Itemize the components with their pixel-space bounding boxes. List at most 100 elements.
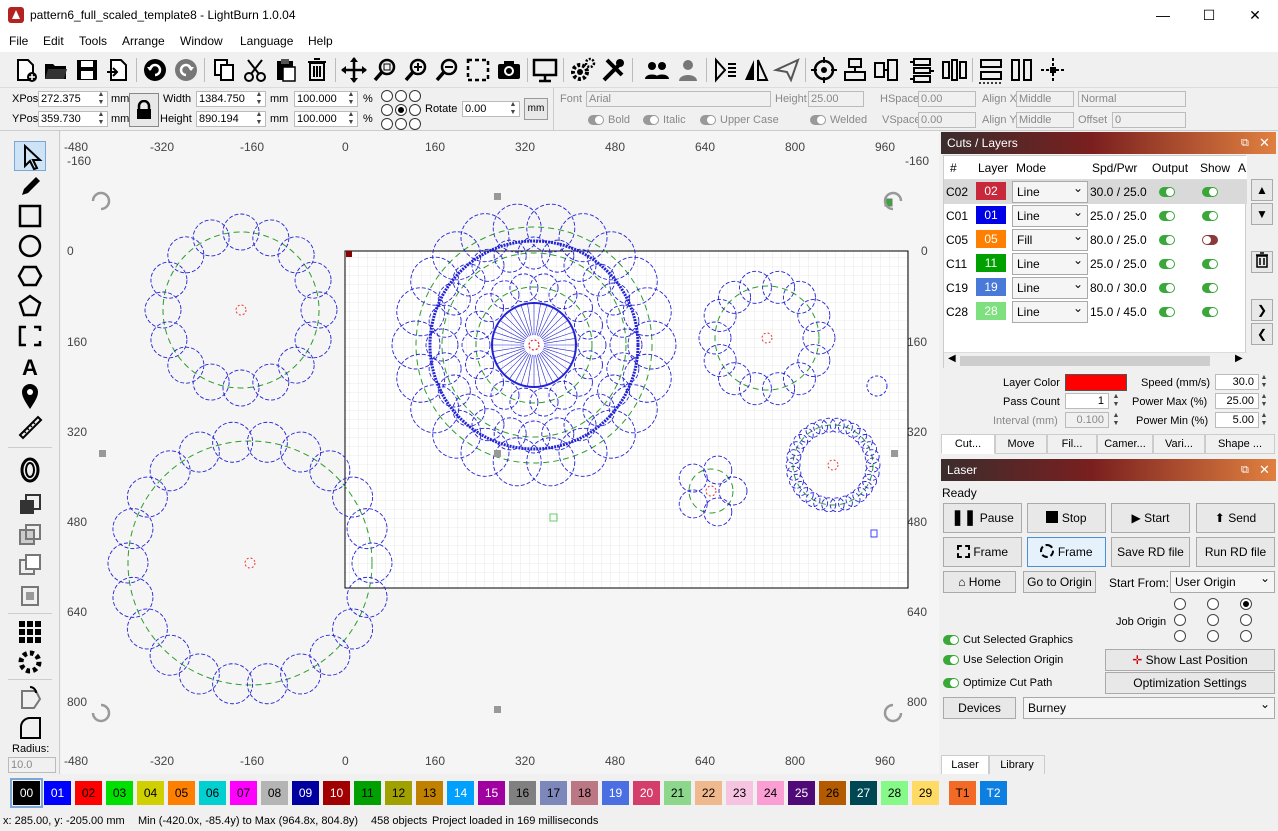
- palette-color-15[interactable]: 15: [478, 781, 505, 805]
- tab-move[interactable]: Move: [995, 434, 1047, 454]
- tab-cuts[interactable]: Cut...: [941, 434, 995, 454]
- palette-color-04[interactable]: 04: [137, 781, 164, 805]
- laser-undock-icon[interactable]: ⧉: [1241, 459, 1249, 481]
- ellipse-tool[interactable]: [14, 231, 46, 261]
- origin-grid-icon[interactable]: [380, 89, 422, 131]
- layer-mode-select[interactable]: Fill: [1012, 226, 1088, 251]
- palette-color-T2[interactable]: T2: [980, 781, 1007, 805]
- palette-color-16[interactable]: 16: [509, 781, 536, 805]
- zoom-fit-icon[interactable]: [371, 55, 399, 85]
- optimize-cut-path-toggle[interactable]: [943, 678, 959, 688]
- palette-color-07[interactable]: 07: [230, 781, 257, 805]
- send-button[interactable]: ⬆ Send: [1196, 503, 1275, 533]
- settings-gear-icon[interactable]: [568, 55, 596, 85]
- layer-output-toggle[interactable]: [1159, 187, 1175, 197]
- distribute-vertical-icon[interactable]: [908, 55, 936, 85]
- hspace-input[interactable]: 0.00: [918, 91, 976, 107]
- power-min-input[interactable]: 5.00: [1215, 412, 1259, 428]
- camera-icon[interactable]: [495, 55, 523, 85]
- save-rd-button[interactable]: Save RD file: [1111, 537, 1190, 567]
- width-spinner[interactable]: ▲ ▼: [254, 91, 264, 107]
- layer-mode-select[interactable]: Line: [1012, 298, 1088, 323]
- use-selection-origin-toggle[interactable]: [943, 655, 959, 665]
- palette-color-06[interactable]: 06: [199, 781, 226, 805]
- delete-layer-button[interactable]: [1251, 251, 1273, 273]
- menu-arrange[interactable]: Arrange: [122, 34, 165, 48]
- palette-color-20[interactable]: 20: [633, 781, 660, 805]
- weld-tool[interactable]: [14, 491, 46, 521]
- palette-color-29[interactable]: 29: [912, 781, 939, 805]
- job-origin-bc[interactable]: [1207, 630, 1219, 642]
- palette-color-02[interactable]: 02: [75, 781, 102, 805]
- move-layer-down-button[interactable]: ▼: [1251, 203, 1273, 225]
- palette-color-00[interactable]: 00: [10, 778, 43, 808]
- vspace-input[interactable]: 0.00: [918, 112, 976, 128]
- radius-input[interactable]: 10.0: [8, 757, 56, 773]
- speed-spinner[interactable]: ▲ ▼: [1259, 374, 1269, 390]
- layer-color-swatch[interactable]: [1065, 374, 1127, 391]
- palette-color-27[interactable]: 27: [850, 781, 877, 805]
- rotate-spinner[interactable]: ▲ ▼: [508, 101, 518, 117]
- speed-input[interactable]: 30.0: [1215, 374, 1259, 390]
- menu-file[interactable]: File: [9, 34, 28, 48]
- job-origin-tl[interactable]: [1174, 598, 1186, 610]
- group-icon[interactable]: [643, 55, 671, 85]
- align-middle-icon[interactable]: [872, 55, 900, 85]
- scale-width-spinner[interactable]: ▲ ▼: [346, 91, 356, 107]
- save-icon[interactable]: [73, 55, 101, 85]
- optimization-settings-button[interactable]: Optimization Settings: [1105, 672, 1275, 694]
- maximize-button[interactable]: ☐: [1186, 0, 1232, 31]
- align-x-select[interactable]: Middle: [1016, 91, 1074, 107]
- device-select[interactable]: Burney: [1023, 694, 1275, 719]
- job-origin-tr[interactable]: [1240, 598, 1252, 610]
- make-same-height-icon[interactable]: [1008, 55, 1036, 85]
- layer-mode-select[interactable]: Line: [1012, 178, 1088, 203]
- design-canvas[interactable]: -480 -320 -160 0 160 320 480 640 800 960…: [61, 131, 939, 774]
- layer-show-toggle[interactable]: [1202, 283, 1218, 293]
- height-spinner[interactable]: ▲ ▼: [254, 111, 264, 127]
- pause-button[interactable]: ❚❚ Pause: [943, 503, 1022, 533]
- new-file-icon[interactable]: [12, 55, 40, 85]
- power-max-spinner[interactable]: ▲ ▼: [1259, 393, 1269, 409]
- job-origin-mr[interactable]: [1240, 614, 1252, 626]
- start-from-select[interactable]: User Origin: [1170, 568, 1275, 593]
- corner-radius-tool[interactable]: [14, 713, 46, 743]
- flip-horizontal-icon[interactable]: [711, 55, 739, 85]
- scale-height-spinner[interactable]: ▲ ▼: [346, 111, 356, 127]
- boolean-intersect-tool[interactable]: [14, 581, 46, 611]
- menu-language[interactable]: Language: [240, 34, 293, 48]
- palette-color-03[interactable]: 03: [106, 781, 133, 805]
- redo-icon[interactable]: [172, 55, 200, 85]
- layer-output-toggle[interactable]: [1159, 211, 1175, 221]
- menu-tools[interactable]: Tools: [79, 34, 107, 48]
- upper-case-toggle[interactable]: [700, 115, 716, 125]
- tab-shape[interactable]: Shape ...: [1205, 434, 1275, 454]
- run-rd-button[interactable]: Run RD file: [1196, 537, 1275, 567]
- job-origin-mc[interactable]: [1207, 614, 1219, 626]
- units-toggle-button[interactable]: mm: [524, 98, 548, 120]
- palette-color-10[interactable]: 10: [323, 781, 350, 805]
- palette-color-23[interactable]: 23: [726, 781, 753, 805]
- tab-variable[interactable]: Vari...: [1153, 434, 1205, 454]
- show-last-position-button[interactable]: ✛ Show Last Position: [1105, 649, 1275, 671]
- home-button[interactable]: ⌂ Home: [943, 571, 1016, 593]
- interval-input[interactable]: 0.100: [1065, 412, 1109, 428]
- collapse-left-button[interactable]: ❮: [1251, 323, 1273, 345]
- font-height-input[interactable]: 25.00: [808, 91, 864, 107]
- interval-spinner[interactable]: ▲ ▼: [1111, 412, 1121, 428]
- palette-color-19[interactable]: 19: [602, 781, 629, 805]
- offset-input[interactable]: 0: [1112, 112, 1186, 128]
- polygon5-tool[interactable]: [14, 291, 46, 321]
- move-layer-up-button[interactable]: ▲: [1251, 179, 1273, 201]
- palette-color-13[interactable]: 13: [416, 781, 443, 805]
- align-y-select[interactable]: Middle: [1016, 112, 1074, 128]
- job-origin-tc[interactable]: [1207, 598, 1219, 610]
- text-tool[interactable]: A: [14, 351, 46, 381]
- palette-color-01[interactable]: 01: [44, 781, 71, 805]
- palette-color-17[interactable]: 17: [540, 781, 567, 805]
- import-icon[interactable]: [104, 55, 132, 85]
- draw-line-tool[interactable]: [14, 171, 46, 201]
- rotate-corner-tool[interactable]: [14, 683, 46, 713]
- cut-selected-toggle[interactable]: [943, 635, 959, 645]
- layer-show-toggle[interactable]: [1202, 307, 1218, 317]
